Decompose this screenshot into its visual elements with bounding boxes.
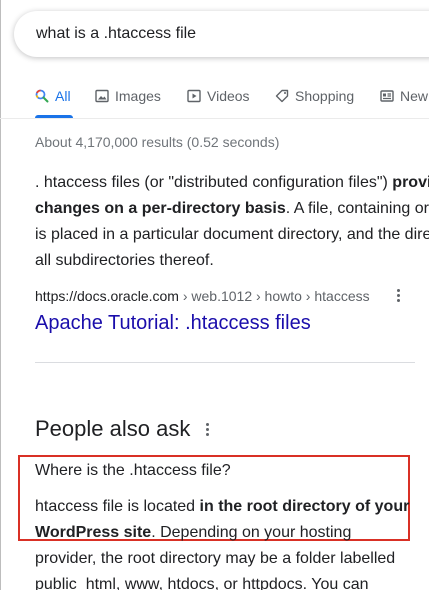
- snippet-line: is placed in a particular document direc…: [35, 226, 429, 243]
- result-stats: About 4,170,000 results (0.52 seconds): [35, 134, 280, 150]
- snippet-bold-text: changes on a per-directory basis: [35, 200, 286, 217]
- answer-bold-text: WordPress site: [35, 524, 152, 541]
- window-edge: [0, 0, 1, 590]
- image-icon: [95, 89, 109, 103]
- answer-bold-text: in the root directory of your: [199, 498, 410, 515]
- answer-line: WordPress site. Depending on your hostin…: [35, 520, 429, 546]
- tab-shopping[interactable]: Shopping: [275, 88, 354, 104]
- tag-icon: [275, 89, 289, 103]
- tab-label: Images: [115, 88, 161, 104]
- tab-label: Shopping: [295, 88, 355, 104]
- search-icon: [35, 89, 49, 103]
- result-title-link[interactable]: Apache Tutorial: .htaccess files: [35, 312, 311, 335]
- tab-label: All: [55, 88, 71, 104]
- result-cite[interactable]: https://docs.oracle.com › web.1012 › how…: [35, 288, 370, 304]
- search-results-page: what is a .htaccess file All Images Vide…: [0, 0, 429, 590]
- tab-all[interactable]: All: [35, 88, 71, 104]
- snippet-text: . A file, containing or: [285, 200, 429, 217]
- answer-line: htaccess file is located in the root dir…: [35, 494, 429, 520]
- answer-text: . Depending on your hosting: [151, 524, 352, 541]
- news-icon: [380, 90, 394, 102]
- snippet-line: all subdirectories thereof.: [35, 252, 214, 269]
- tab-videos[interactable]: Videos: [187, 88, 250, 104]
- snippet-line: . htaccess files (or "distributed config…: [35, 170, 429, 196]
- tab-label: New: [400, 88, 429, 104]
- result-divider: [35, 362, 415, 363]
- play-icon: [187, 89, 201, 103]
- people-also-ask-title: People also ask: [35, 416, 191, 441]
- cite-domain: https://docs.oracle.com: [35, 288, 179, 304]
- featured-snippet: . htaccess files (or "distributed config…: [35, 170, 429, 274]
- answer-line: provider, the root directory may be a fo…: [35, 550, 396, 567]
- answer-text: htaccess file is located: [35, 498, 200, 515]
- snippet-bold-text: provi: [392, 174, 429, 191]
- tab-news[interactable]: New: [380, 88, 428, 104]
- paa-answer: htaccess file is located in the root dir…: [35, 494, 429, 590]
- snippet-line: changes on a per-directory basis. A file…: [35, 196, 429, 222]
- cite-breadcrumbs: › web.1012 › howto › htaccess: [178, 288, 370, 304]
- snippet-text: . htaccess files (or "distributed config…: [35, 174, 393, 191]
- search-box[interactable]: what is a .htaccess file: [14, 11, 429, 57]
- search-input[interactable]: what is a .htaccess file: [36, 25, 196, 43]
- tab-label: Videos: [207, 88, 250, 104]
- more-options-icon[interactable]: [397, 289, 401, 303]
- paa-question[interactable]: Where is the .htaccess file?: [35, 462, 231, 480]
- tabs-divider: [0, 118, 429, 119]
- answer-line: public_html, www, htdocs, or httpdocs. Y…: [35, 576, 369, 590]
- tab-images[interactable]: Images: [95, 88, 161, 104]
- paa-more-options-icon[interactable]: [206, 423, 210, 437]
